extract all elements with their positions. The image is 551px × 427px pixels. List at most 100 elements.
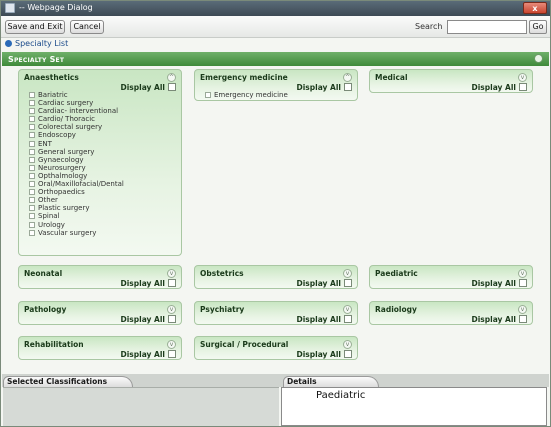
display-all-label: Display All [296,279,341,288]
webpage-dialog: -- Webpage Dialog x Save and Exit Cancel… [0,0,551,427]
checkbox[interactable] [29,213,35,220]
display-all-checkbox[interactable] [168,279,176,287]
checkbox[interactable] [29,156,35,163]
tab-selected-classifications[interactable]: Selected Classifications [3,376,133,387]
checkbox[interactable] [205,92,211,98]
display-all-checkbox[interactable] [519,83,527,91]
checkbox[interactable] [29,189,35,196]
checkbox[interactable] [29,197,35,204]
display-all-checkbox[interactable] [168,350,176,358]
checkbox[interactable] [29,108,35,115]
display-all-label: Display All [296,83,341,92]
window-title: -- Webpage Dialog [19,3,93,12]
list-item[interactable]: Plastic surgery [29,204,124,212]
checkbox[interactable] [29,100,35,107]
list-item[interactable]: Neurosurgery [29,164,124,172]
specialty-list: Bariatric Cardiac surgery Cardiac- inter… [29,91,124,237]
list-item[interactable]: Oral/Maxillofacial/Dental [29,180,124,188]
list-item[interactable]: Opthalmology [29,172,124,180]
close-window-button[interactable]: x [523,2,547,14]
display-all-checkbox[interactable] [168,315,176,323]
display-all-label: Display All [296,315,341,324]
search-input[interactable] [447,20,527,34]
checkbox[interactable] [29,140,35,147]
checkbox[interactable] [29,164,35,171]
checkbox[interactable] [29,148,35,155]
panel-title: Emergency medicine [200,73,288,82]
list-item[interactable]: General surgery [29,148,124,156]
display-all-checkbox[interactable] [344,279,352,287]
display-all-label: Display All [120,279,165,288]
tab-details[interactable]: Details [283,376,379,387]
chevron-up-icon[interactable]: ^ [167,73,176,82]
list-item[interactable]: Colorectal surgery [29,123,124,131]
specialty-set-header: Specialty Set [2,52,549,66]
panel-title: Obstetrics [200,269,244,278]
panel-radiology: Radiology v Display All [369,301,533,325]
panel-obstetrics: Obstetrics v Display All [194,265,358,289]
app-icon [5,3,15,13]
list-item[interactable]: Cardiac- interventional [29,107,124,115]
go-button[interactable]: Go [529,20,547,34]
panel-anaesthetics: Anaesthetics ^ Display All Bariatric Car… [18,69,182,256]
display-all-checkbox[interactable] [168,83,176,91]
checkbox[interactable] [29,132,35,139]
chevron-down-icon[interactable]: v [167,340,176,349]
panel-title: Anaesthetics [24,73,79,82]
panel-title: Medical [375,73,408,82]
info-icon [5,40,12,47]
save-and-exit-button[interactable]: Save and Exit [5,20,65,34]
list-item[interactable]: Orthopaedics [29,188,124,196]
list-item[interactable]: Vascular surgery [29,229,124,237]
panel-title: Surgical / Procedural [200,340,289,349]
cancel-button[interactable]: Cancel [70,20,104,34]
panel-neonatal: Neonatal v Display All [18,265,182,289]
chevron-down-icon[interactable]: v [343,269,352,278]
list-item[interactable]: ENT [29,140,124,148]
checkbox[interactable] [29,181,35,188]
list-item[interactable]: Endoscopy [29,131,124,139]
collapse-icon[interactable] [534,54,543,63]
panel-medical: Medical v Display All [369,69,533,93]
display-all-label: Display All [120,315,165,324]
panel-surgical-procedural: Surgical / Procedural v Display All [194,336,358,360]
chevron-up-icon[interactable]: ^ [343,73,352,82]
list-item[interactable]: Spinal [29,212,124,220]
checkbox[interactable] [29,92,35,98]
breadcrumb-label: Specialty List [15,39,69,48]
chevron-down-icon[interactable]: v [518,73,527,82]
chevron-down-icon[interactable]: v [343,340,352,349]
breadcrumb[interactable]: Specialty List [5,39,68,50]
toolbar: Save and Exit Cancel Search Go [1,16,550,38]
panel-pathology: Pathology v Display All [18,301,182,325]
list-item[interactable]: Other [29,196,124,204]
chevron-down-icon[interactable]: v [518,269,527,278]
selected-classifications-area [3,387,279,426]
display-all-checkbox[interactable] [344,350,352,358]
checkbox[interactable] [29,221,35,228]
chevron-down-icon[interactable]: v [167,305,176,314]
checkbox[interactable] [29,205,35,212]
display-all-checkbox[interactable] [344,83,352,91]
display-all-checkbox[interactable] [519,315,527,323]
checkbox[interactable] [29,116,35,123]
display-all-checkbox[interactable] [519,279,527,287]
list-item[interactable]: Cardio/ Thoracic [29,115,124,123]
display-all-label: Display All [120,350,165,359]
display-all-checkbox[interactable] [344,315,352,323]
checkbox[interactable] [29,124,35,131]
checkbox[interactable] [29,172,35,179]
chevron-down-icon[interactable]: v [167,269,176,278]
checkbox[interactable] [29,229,35,236]
list-item[interactable]: Emergency medicine [205,91,288,99]
list-item[interactable]: Urology [29,221,124,229]
chevron-down-icon[interactable]: v [343,305,352,314]
panel-title: Psychiatry [200,305,245,314]
chevron-down-icon[interactable]: v [518,305,527,314]
panel-psychiatry: Psychiatry v Display All [194,301,358,325]
list-item[interactable]: Cardiac surgery [29,99,124,107]
list-item[interactable]: Gynaecology [29,156,124,164]
list-item[interactable]: Bariatric [29,91,124,99]
panel-title: Pathology [24,305,67,314]
display-all-label: Display All [471,279,516,288]
